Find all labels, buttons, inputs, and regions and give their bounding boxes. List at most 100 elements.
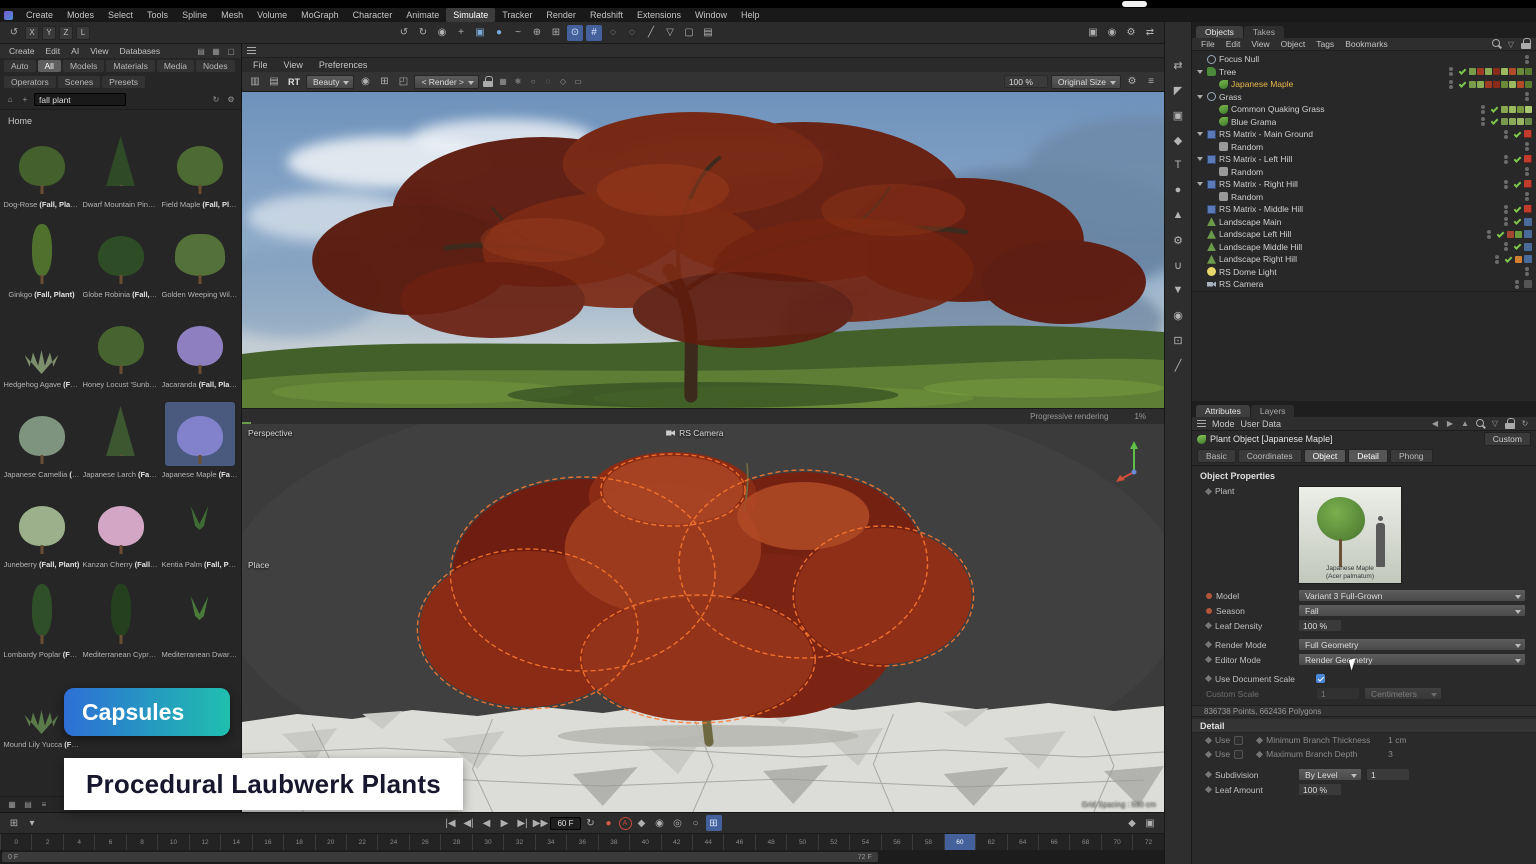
object-name[interactable]: Random	[1231, 142, 1263, 152]
ruler-tick[interactable]: 56	[881, 834, 912, 850]
panel-tab[interactable]: Layers	[1251, 405, 1295, 417]
scale-key-button[interactable]: ◎	[670, 815, 686, 831]
enable-check-icon[interactable]	[1496, 230, 1505, 239]
forward-icon[interactable]: ▶	[1444, 418, 1456, 430]
ruler-tick[interactable]: 60	[944, 834, 975, 850]
asset-item[interactable]: Japanese Larch (Fall, Plant)	[81, 400, 160, 490]
menu-item[interactable]: Edit	[41, 44, 66, 58]
snap-icon[interactable]: ⊙	[567, 25, 583, 41]
enable-check-icon[interactable]	[1513, 205, 1522, 214]
asset-item[interactable]: Juneberry (Fall, Plant)	[2, 490, 81, 580]
object-name[interactable]: RS Matrix - Main Ground	[1219, 129, 1313, 139]
ruler-tick[interactable]: 34	[535, 834, 566, 850]
visibility-toggle[interactable]	[1504, 242, 1508, 251]
panel-icon[interactable]: ▢	[225, 45, 237, 57]
material-swatch[interactable]	[1501, 118, 1508, 125]
render-to-picture-button[interactable]: ◉	[1104, 25, 1120, 41]
material-swatch[interactable]	[1517, 106, 1524, 113]
ruler-tick[interactable]: 58	[912, 834, 943, 850]
object-tree-row[interactable]: Grass	[1192, 91, 1536, 104]
material-swatch[interactable]	[1515, 231, 1522, 238]
film-icon[interactable]: ▭	[572, 76, 584, 88]
layout-sync-icon[interactable]: ⇄	[1142, 25, 1158, 41]
material-swatch[interactable]	[1509, 68, 1516, 75]
back-icon[interactable]: ◀	[1429, 418, 1441, 430]
settings-icon[interactable]: ⚙	[1124, 74, 1140, 90]
render-viewport[interactable]	[242, 92, 1164, 408]
attribute-tab[interactable]: Basic	[1197, 449, 1236, 463]
view-label[interactable]: Perspective	[248, 428, 292, 438]
attribute-tab[interactable]: Phong	[1390, 449, 1433, 463]
pencil-icon[interactable]: ╱	[1169, 356, 1187, 374]
menu-item[interactable]: Tracker	[495, 8, 539, 22]
menu-item[interactable]: Volume	[250, 8, 294, 22]
ruler-tick[interactable]: 68	[1069, 834, 1100, 850]
object-name[interactable]: RS Matrix - Right Hill	[1219, 179, 1298, 189]
menu-item[interactable]: Create	[19, 8, 60, 22]
material-swatch[interactable]	[1525, 68, 1532, 75]
sphere-icon[interactable]: ●	[491, 25, 507, 41]
attribute-tab[interactable]: Object	[1304, 449, 1347, 463]
list-view-icon[interactable]: ▤	[22, 799, 34, 811]
axis-lock-button[interactable]: X	[25, 26, 39, 40]
material-swatch[interactable]	[1469, 68, 1476, 75]
search-input[interactable]	[34, 93, 126, 106]
brush-icon[interactable]: ▽	[662, 25, 678, 41]
pen-icon[interactable]: ◆	[1169, 131, 1187, 149]
visibility-toggle[interactable]	[1481, 117, 1485, 126]
object-name[interactable]: Common Quaking Grass	[1231, 104, 1325, 114]
enable-check-icon[interactable]	[1513, 242, 1522, 251]
ruler-tick[interactable]: 18	[283, 834, 314, 850]
play-button[interactable]: ▶	[496, 815, 512, 831]
enable-check-icon[interactable]	[1458, 80, 1467, 89]
visibility-toggle[interactable]	[1449, 67, 1453, 76]
panel-tab[interactable]: Attributes	[1196, 405, 1250, 417]
asset-item[interactable]: Hedgehog Agave (Fall, Plant)	[2, 310, 81, 400]
visibility-toggle[interactable]	[1504, 205, 1508, 214]
visibility-toggle[interactable]	[1504, 130, 1508, 139]
ruler-tick[interactable]: 8	[126, 834, 157, 850]
attribute-tab[interactable]: Coordinates	[1238, 449, 1302, 463]
visibility-toggle[interactable]	[1525, 142, 1529, 151]
expand-toggle-icon[interactable]	[1196, 180, 1204, 188]
object-name[interactable]: Random	[1231, 167, 1263, 177]
ruler-tick[interactable]: 28	[440, 834, 471, 850]
visibility-toggle[interactable]	[1487, 230, 1491, 239]
grid-view-icon[interactable]: ▦	[210, 45, 222, 57]
visibility-toggle[interactable]	[1504, 180, 1508, 189]
menu-item[interactable]: View	[85, 44, 113, 58]
object-tree-row[interactable]: RS Camera	[1192, 278, 1536, 291]
render-pass-select[interactable]: Beauty	[306, 75, 354, 89]
leaf-amount-field[interactable]: 100 %	[1298, 783, 1342, 796]
expand-toggle-icon[interactable]	[1196, 68, 1204, 76]
keyframe-dot-icon[interactable]	[1206, 593, 1212, 599]
capsule-icon[interactable]: ▢	[681, 25, 697, 41]
menu-item[interactable]: Edit	[1221, 37, 1246, 51]
panel-menu-icon[interactable]	[247, 47, 256, 54]
material-swatch[interactable]	[1525, 106, 1532, 113]
material-swatch[interactable]	[1507, 231, 1514, 238]
phong-tag-icon[interactable]	[1524, 218, 1532, 226]
object-tree-row[interactable]: RS Matrix - Left Hill	[1192, 153, 1536, 166]
ruler-tick[interactable]: 62	[975, 834, 1006, 850]
expand-toggle-icon[interactable]	[1196, 130, 1204, 138]
keyframe-dot-icon[interactable]	[1206, 608, 1212, 614]
asset-item[interactable]: Dwarf Mountain Pine (Fall, Plant)	[81, 130, 160, 220]
enable-check-icon[interactable]	[1490, 105, 1499, 114]
brush-icon[interactable]: ▼	[1169, 281, 1187, 299]
ruler-tick[interactable]: 44	[692, 834, 723, 850]
use-document-scale-checkbox[interactable]	[1316, 674, 1325, 683]
asset-item[interactable]: Dog-Rose (Fall, Plant)	[2, 130, 81, 220]
material-swatch[interactable]	[1469, 81, 1476, 88]
asset-capsule-icon[interactable]: ▤	[700, 25, 716, 41]
live-selection-icon[interactable]: ◉	[434, 25, 450, 41]
leaf-density-field[interactable]: 100 %	[1298, 619, 1342, 632]
min-branch-use-checkbox[interactable]	[1234, 736, 1243, 745]
sync-icon[interactable]: ↻	[210, 94, 222, 106]
timeline-menu-icon[interactable]: ⊞	[6, 815, 22, 831]
object-tree-row[interactable]: Tree	[1192, 66, 1536, 79]
asset-item[interactable]: Ginkgo (Fall, Plant)	[2, 220, 81, 310]
knife-icon[interactable]: ╱	[643, 25, 659, 41]
object-tree-row[interactable]: Landscape Left Hill	[1192, 228, 1536, 241]
menu-item[interactable]: Simulate	[446, 8, 495, 22]
